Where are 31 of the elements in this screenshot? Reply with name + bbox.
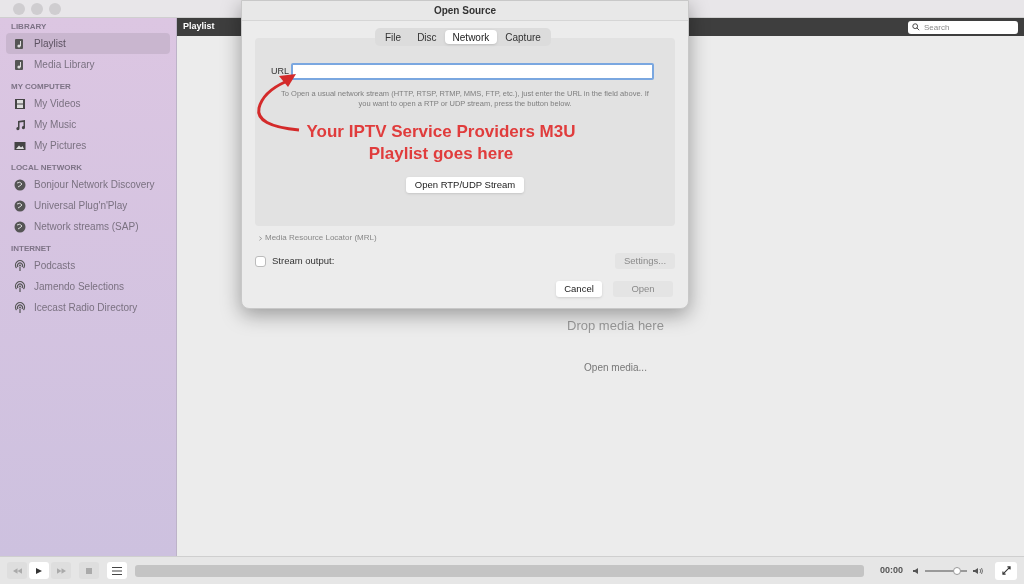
sidebar-item[interactable]: Jamendo Selections bbox=[6, 276, 170, 297]
section-heading: LIBRARY bbox=[10, 21, 48, 33]
dialog-title: Open Source bbox=[242, 1, 688, 21]
tab[interactable]: Capture bbox=[497, 30, 549, 44]
time-label: 00:00 bbox=[879, 563, 903, 577]
sidebar-item[interactable]: Network streams (SAP) bbox=[6, 216, 170, 237]
header-title: Playlist bbox=[183, 20, 215, 34]
mrl-disclosure[interactable]: Media Resource Locator (MRL) bbox=[259, 232, 688, 244]
sidebar-item[interactable]: Universal Plug'n'Play bbox=[6, 195, 170, 216]
sidebar-item[interactable]: Media Library bbox=[6, 54, 170, 75]
tab[interactable]: Network bbox=[444, 30, 498, 44]
tab[interactable]: Disc bbox=[409, 30, 445, 44]
cancel-button[interactable]: Cancel bbox=[556, 281, 602, 297]
section-heading: LOCAL NETWORK bbox=[10, 162, 83, 174]
section-heading: MY COMPUTER bbox=[10, 81, 72, 93]
section-heading: INTERNET bbox=[10, 243, 52, 255]
drop-hint: Drop media here bbox=[567, 317, 664, 335]
checkbox-label: Stream output: bbox=[272, 253, 335, 268]
rtp-stream-button[interactable]: Open RTP/UDP Stream bbox=[405, 177, 525, 193]
tab[interactable]: File bbox=[377, 30, 410, 44]
sidebar-item[interactable]: Podcasts bbox=[6, 255, 170, 276]
open-media-link[interactable]: Open media... bbox=[584, 359, 647, 375]
search-field[interactable]: Search bbox=[908, 20, 1018, 34]
sidebar-item[interactable]: Playlist bbox=[6, 33, 170, 54]
sidebar-item[interactable]: My Videos bbox=[6, 93, 170, 114]
sidebar-item[interactable]: My Music bbox=[6, 114, 170, 135]
url-label: URL bbox=[271, 64, 289, 78]
sidebar-item[interactable]: My Pictures bbox=[6, 135, 170, 156]
annotation-text: Your IPTV Service Providers M3U Playlist goes here bbox=[305, 121, 577, 165]
sidebar-item[interactable]: Bonjour Network Discovery bbox=[6, 174, 170, 195]
sidebar-item[interactable]: Icecast Radio Directory bbox=[6, 297, 170, 318]
